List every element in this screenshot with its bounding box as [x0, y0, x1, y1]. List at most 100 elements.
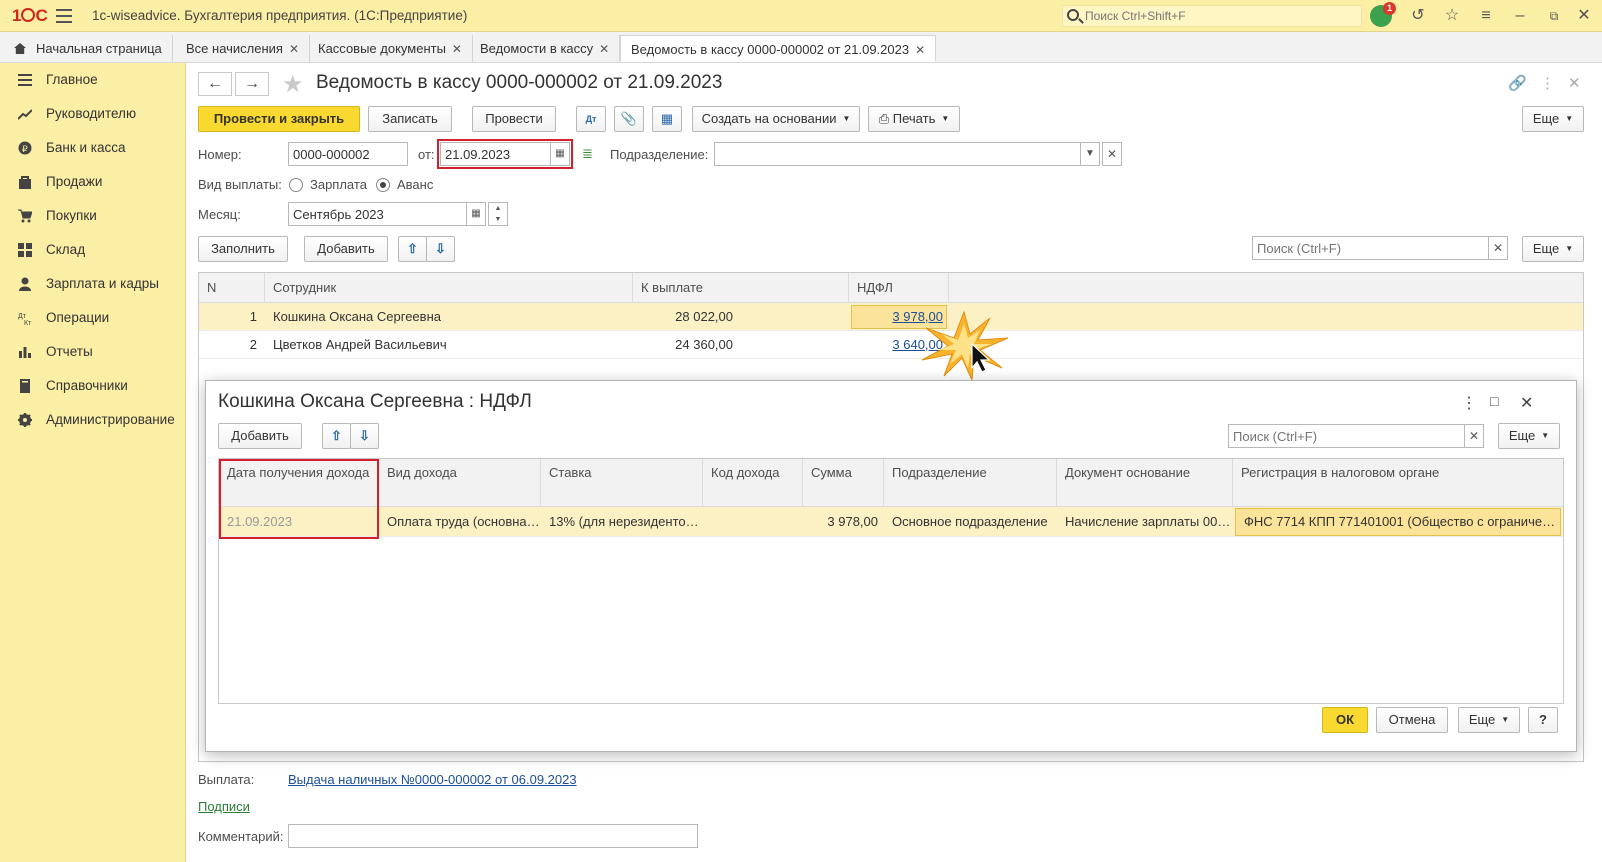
sidebar-item-admin[interactable]: Администрирование: [0, 403, 186, 437]
dialog-move-down-button[interactable]: ⇩: [350, 423, 379, 449]
dialog-move-up-button[interactable]: ⇧: [322, 423, 351, 449]
forward-button[interactable]: →: [235, 72, 269, 96]
table-row[interactable]: 2 Цветков Андрей Васильевич 24 360,00 3 …: [199, 331, 1583, 359]
sidebar-item-label: Операции: [46, 310, 110, 325]
col-division[interactable]: Подразделение: [884, 459, 1057, 507]
number-field[interactable]: [288, 142, 408, 166]
row-rate: 13% (для нерезидентов 30%): [549, 514, 703, 529]
history-data-icon[interactable]: ≣: [582, 146, 593, 162]
dialog-more-icon[interactable]: ⋮: [1461, 393, 1477, 413]
arrow-up-icon: ⇧: [407, 241, 418, 256]
col-tax-registration[interactable]: Регистрация в налоговом органе: [1233, 459, 1565, 507]
col-sum[interactable]: Сумма: [803, 459, 884, 507]
maximize-icon[interactable]: □: [1490, 393, 1498, 409]
attach-button[interactable]: 📎: [614, 106, 644, 132]
ok-button[interactable]: ОК: [1322, 707, 1368, 733]
table-row[interactable]: 1 Кошкина Оксана Сергеевна 28 022,00 3 9…: [199, 303, 1583, 331]
col-basis-document[interactable]: Документ основание: [1057, 459, 1233, 507]
dialog-search-clear-icon[interactable]: ✕: [1464, 424, 1484, 448]
minimize-icon[interactable]: –: [1510, 6, 1530, 26]
move-down-button[interactable]: ⇩: [426, 236, 455, 262]
col-income-type[interactable]: Вид дохода: [379, 459, 541, 507]
row-employee: Цветков Андрей Васильевич: [273, 337, 447, 352]
month-calendar-icon[interactable]: ▦: [466, 202, 486, 226]
division-field[interactable]: [714, 142, 1082, 166]
link-icon[interactable]: 🔗: [1508, 74, 1527, 92]
structure-button[interactable]: ▦: [652, 106, 682, 132]
tab-all-accruals[interactable]: Все начисления ✕: [176, 35, 311, 62]
sidebar-item-bank[interactable]: ₽ Банк и касса: [0, 131, 186, 165]
global-search[interactable]: [1062, 5, 1362, 27]
sidebar-item-operations[interactable]: Дт Кт Операции: [0, 301, 186, 335]
dialog-search-input[interactable]: [1228, 424, 1466, 448]
close-form-icon[interactable]: ✕: [1568, 74, 1581, 92]
col-ndfl[interactable]: НДФЛ: [849, 273, 949, 303]
division-dropdown-icon[interactable]: ▼: [1080, 142, 1100, 166]
main-menu-icon[interactable]: [56, 9, 72, 23]
col-n[interactable]: N: [199, 273, 265, 303]
post-and-close-button[interactable]: Провести и закрыть: [198, 106, 360, 132]
signatures-link[interactable]: Подписи: [198, 799, 250, 814]
tab-home[interactable]: Начальная страница: [4, 35, 173, 62]
close-tab-icon[interactable]: ✕: [915, 43, 925, 57]
dialog-add-button[interactable]: Добавить: [218, 423, 302, 449]
sidebar-item-main[interactable]: Главное: [0, 63, 186, 97]
tab-cash-statements[interactable]: Ведомости в кассу ✕: [470, 35, 621, 62]
col-income-code[interactable]: Код дохода: [703, 459, 803, 507]
row-income-code: [703, 507, 803, 537]
post-button[interactable]: Провести: [472, 106, 556, 132]
move-up-button[interactable]: ⇧: [398, 236, 427, 262]
help-button[interactable]: ?: [1528, 707, 1558, 733]
sidebar-item-directories[interactable]: Справочники: [0, 369, 186, 403]
close-tab-icon[interactable]: ✕: [289, 42, 299, 56]
global-search-input[interactable]: [1085, 8, 1355, 24]
dt-kt-button[interactable]: Дт: [576, 106, 606, 132]
close-tab-icon[interactable]: ✕: [599, 42, 609, 56]
more-button[interactable]: Еще ▼: [1522, 106, 1584, 132]
sidebar-item-manager[interactable]: Руководителю: [0, 97, 186, 131]
create-based-button[interactable]: Создать на основании ▼: [692, 106, 860, 132]
sidebar-item-purchases[interactable]: Покупки: [0, 199, 186, 233]
payment-link[interactable]: Выдача наличных №0000-000002 от 06.09.20…: [288, 772, 577, 787]
ndfl-table[interactable]: Дата получения дохода Вид дохода Ставка …: [218, 458, 1564, 704]
col-rate[interactable]: Ставка: [541, 459, 703, 507]
month-field[interactable]: [288, 202, 468, 226]
restore-icon[interactable]: ⧉: [1544, 6, 1564, 26]
tab-current-statement[interactable]: Ведомость в кассу 0000-000002 от 21.09.2…: [620, 35, 937, 62]
dialog-more-button[interactable]: Еще ▼: [1498, 423, 1560, 449]
print-label: Печать: [892, 111, 936, 126]
fill-button[interactable]: Заполнить: [198, 236, 288, 262]
dialog-close-icon[interactable]: ✕: [1520, 393, 1533, 413]
table-row[interactable]: 21.09.2023 Оплата труда (основная налого…: [219, 507, 1563, 537]
table-more-button[interactable]: Еще ▼: [1522, 236, 1584, 262]
more-vertical-icon[interactable]: ⋮: [1540, 74, 1555, 92]
sidebar-item-sales[interactable]: Продажи: [0, 165, 186, 199]
col-employee[interactable]: Сотрудник: [265, 273, 633, 303]
cancel-button[interactable]: Отмена: [1376, 707, 1448, 733]
close-tab-icon[interactable]: ✕: [452, 42, 462, 56]
table-search-clear-icon[interactable]: ✕: [1488, 236, 1508, 260]
favorites-icon[interactable]: ☆: [1442, 6, 1462, 26]
radio-advance[interactable]: [376, 178, 390, 192]
add-row-button[interactable]: Добавить: [304, 236, 388, 262]
click-highlight-icon: [921, 310, 1009, 382]
sidebar-item-salary[interactable]: Зарплата и кадры: [0, 267, 186, 301]
settings-menu-icon[interactable]: ≡: [1476, 6, 1496, 26]
close-window-icon[interactable]: ✕: [1574, 6, 1594, 26]
notifications-icon[interactable]: 1: [1370, 2, 1396, 27]
save-button[interactable]: Записать: [368, 106, 452, 132]
print-button[interactable]: ⎙ Печать ▼: [868, 106, 960, 132]
comment-field[interactable]: [288, 824, 698, 848]
sidebar-item-reports[interactable]: Отчеты: [0, 335, 186, 369]
history-icon[interactable]: ↺: [1408, 6, 1428, 26]
table-search-input[interactable]: [1252, 236, 1490, 260]
sidebar-item-warehouse[interactable]: Склад: [0, 233, 186, 267]
radio-salary[interactable]: [289, 178, 303, 192]
back-button[interactable]: ←: [198, 72, 232, 96]
month-stepper[interactable]: ▲ ▼: [488, 202, 508, 226]
col-to-pay[interactable]: К выплате: [633, 273, 849, 303]
tab-cash-documents[interactable]: Кассовые документы ✕: [308, 35, 473, 62]
favorite-star-icon[interactable]: ★: [282, 70, 304, 99]
dialog-footer-more-button[interactable]: Еще ▼: [1458, 707, 1520, 733]
division-clear-icon[interactable]: ✕: [1102, 142, 1122, 166]
